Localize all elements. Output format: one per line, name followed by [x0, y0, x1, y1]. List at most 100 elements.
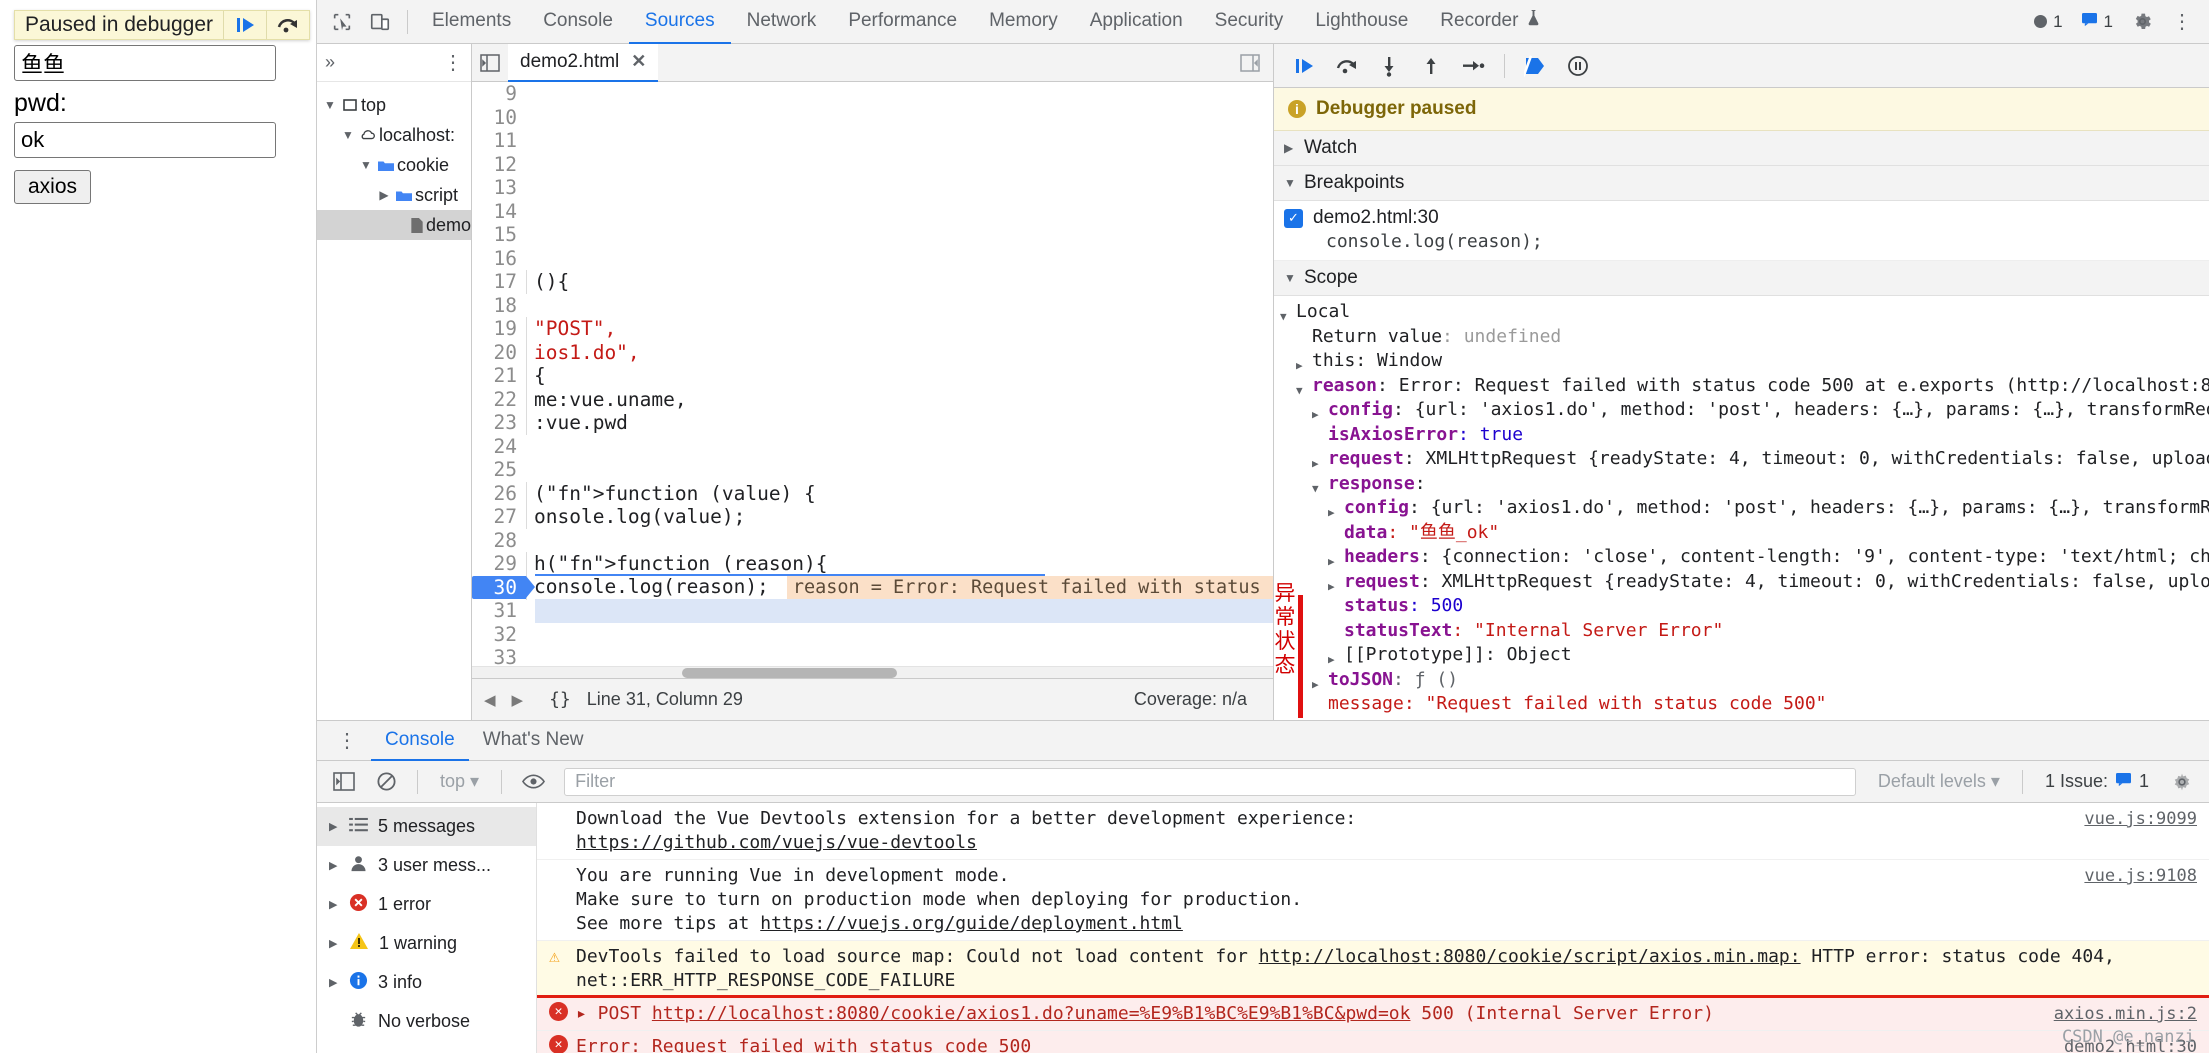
twisty-icon[interactable]: ▼	[321, 98, 339, 112]
step-out-icon[interactable]	[1412, 48, 1450, 84]
tab-network[interactable]: Network	[731, 0, 833, 44]
scope-property-row[interactable]: isAxiosError: true	[1280, 423, 2209, 448]
scroll-left-icon[interactable]: ◀	[484, 691, 496, 709]
code-line[interactable]: 11	[472, 129, 1273, 153]
chevron-right-icon[interactable]: ▶	[329, 898, 339, 911]
tab-lighthouse[interactable]: Lighthouse	[1299, 0, 1424, 44]
code-line[interactable]: 20 ios1.do",	[472, 340, 1273, 365]
code-line[interactable]: 14	[472, 200, 1273, 224]
code-line[interactable]: 27 onsole.log(value);	[472, 505, 1273, 529]
expand-arrow-icon[interactable]: ▸	[576, 1003, 587, 1024]
step-icon[interactable]	[1454, 48, 1492, 84]
scope-property-row[interactable]: ▶ headers: {connection: 'close', content-…	[1280, 545, 2209, 570]
gear-icon[interactable]	[2163, 764, 2201, 800]
code-editor[interactable]: 9 10 11 12 13 14 15 16 17(){18 19 "POST", 20 ios1.do…	[472, 82, 1273, 666]
tab-sources[interactable]: Sources	[628, 0, 731, 44]
code-line[interactable]: 29 h("fn">function (reason){	[472, 552, 1273, 576]
pretty-print-icon[interactable]: {}	[549, 689, 571, 710]
scope-property-row[interactable]: ▼ reason: Error: Request failed with stat…	[1280, 374, 2209, 399]
console-message[interactable]: ✕ ▸ POST http://localhost:8080/cookie/axi…	[537, 995, 2209, 1034]
tree-item-cookie[interactable]: ▼ cookie	[317, 150, 471, 180]
console-sidebar-item-user-messages[interactable]: ▶ 3 user mess...	[317, 846, 536, 885]
console-filter-input[interactable]: Filter	[564, 767, 1856, 796]
editor-panel-icon[interactable]	[1227, 53, 1273, 72]
live-expression-icon[interactable]	[514, 764, 552, 800]
scope-property-row[interactable]: ▶ this: Window	[1280, 349, 2209, 374]
tree-item-top[interactable]: ▼ top	[317, 90, 471, 120]
show-navigator-icon[interactable]	[472, 53, 508, 72]
scope-property-row[interactable]: data: "鱼鱼_ok"	[1280, 521, 2209, 546]
scope-property-row[interactable]: ▶ request: XMLHttpRequest {readyState: 4,…	[1280, 447, 2209, 472]
console-message[interactable]: ⚠ DevTools failed to load source map: Cou…	[537, 941, 2209, 998]
line-number[interactable]: 31	[472, 599, 526, 623]
drawer-tab-whats-new[interactable]: What's New	[469, 721, 598, 761]
line-number[interactable]: 32	[472, 623, 526, 647]
line-number[interactable]: 17	[472, 270, 526, 294]
scope-property-row[interactable]: statusText: "Internal Server Error"	[1280, 619, 2209, 644]
axios-button[interactable]: axios	[14, 169, 92, 204]
chevron-down-icon[interactable]: ▼	[1312, 472, 1328, 502]
chevron-right-icon[interactable]: ▶	[329, 820, 339, 833]
pwd-input[interactable]	[14, 121, 276, 158]
code-line[interactable]: 25	[472, 458, 1273, 482]
tab-memory[interactable]: Memory	[973, 0, 1074, 44]
code-line[interactable]: 23:vue.pwd	[472, 411, 1273, 435]
console-sidebar-item-info[interactable]: ▶ 3 info	[317, 963, 536, 1002]
scope-property-row[interactable]: ▶ request: XMLHttpRequest {readyState: 4,…	[1280, 570, 2209, 595]
breakpoint-item[interactable]: ✓ demo2.html:30 console.log(reason);	[1274, 201, 2209, 261]
line-number[interactable]: 14	[472, 200, 526, 224]
console-link[interactable]: https://github.com/vuejs/vue-devtools	[576, 832, 977, 853]
gear-icon[interactable]	[2123, 4, 2161, 40]
watch-section-header[interactable]: ▶ Watch	[1274, 131, 2209, 166]
code-line[interactable]: 9	[472, 82, 1273, 106]
line-number[interactable]: 22	[472, 388, 526, 412]
code-line[interactable]: 16	[472, 247, 1273, 271]
code-line[interactable]: 10	[472, 106, 1273, 130]
code-line[interactable]: 15	[472, 223, 1273, 247]
line-number[interactable]: 9	[472, 82, 526, 106]
drawer-tab-console[interactable]: Console	[371, 721, 469, 761]
line-number[interactable]: 20	[472, 341, 526, 365]
scope-property-row[interactable]: status: 500	[1280, 594, 2209, 619]
kebab-menu-icon[interactable]: ⋮	[443, 53, 463, 73]
tree-item-demo2[interactable]: demo	[317, 210, 471, 240]
tab-security[interactable]: Security	[1199, 0, 1300, 44]
close-icon[interactable]: ✕	[631, 51, 646, 72]
code-line[interactable]: 17(){	[472, 270, 1273, 294]
line-number[interactable]: 23	[472, 411, 526, 435]
tree-item-localhost[interactable]: ▼ localhost:	[317, 120, 471, 150]
scope-property-row[interactable]: ▶ toJSON: ƒ ()	[1280, 668, 2209, 693]
console-issues-badge[interactable]: 1 Issue: 1	[2035, 771, 2159, 792]
scope-property-row[interactable]: ▶ config: {url: 'axios1.do', method: 'pos…	[1280, 496, 2209, 521]
line-number[interactable]: 26	[472, 482, 526, 506]
step-into-icon[interactable]	[1370, 48, 1408, 84]
code-line[interactable]: 21{	[472, 364, 1273, 388]
chevron-down-icon[interactable]: ▼	[1280, 300, 1296, 330]
line-number[interactable]: 28	[472, 529, 526, 553]
console-sidebar-item-errors[interactable]: ▶ 1 error	[317, 885, 536, 924]
line-number[interactable]: 30	[472, 575, 535, 599]
console-link[interactable]: https://vuejs.org/guide/deployment.html	[760, 913, 1183, 934]
deactivate-breakpoints-icon[interactable]	[1517, 48, 1555, 84]
code-line[interactable]: 30 console.log(reason); reason = Error: Re…	[472, 575, 1273, 600]
pause-on-exceptions-icon[interactable]	[1559, 48, 1597, 84]
chevron-right-icon[interactable]: ▶	[329, 937, 339, 950]
kebab-menu-icon[interactable]: ⋮	[323, 731, 371, 751]
scope-section-header[interactable]: ▼ Scope	[1274, 261, 2209, 296]
console-sidebar-item-warnings[interactable]: ▶ 1 warning	[317, 924, 536, 963]
twisty-icon[interactable]: ▼	[339, 128, 357, 142]
line-number[interactable]: 18	[472, 294, 526, 318]
step-over-icon[interactable]	[267, 11, 309, 39]
scrollbar-thumb[interactable]	[682, 668, 897, 678]
step-over-icon[interactable]	[1328, 48, 1366, 84]
resume-script-icon[interactable]	[1286, 48, 1324, 84]
kebab-menu-icon[interactable]: ⋮	[2163, 4, 2201, 40]
twisty-icon[interactable]: ▼	[357, 158, 375, 172]
file-tab-demo2[interactable]: demo2.html ✕	[508, 43, 659, 82]
chevron-right-icon[interactable]: ▶	[329, 976, 339, 989]
console-message-source[interactable]: vue.js:9099	[2084, 807, 2197, 831]
line-number[interactable]: 11	[472, 129, 526, 153]
code-line[interactable]: 18	[472, 294, 1273, 318]
line-number[interactable]: 27	[472, 505, 526, 529]
line-number[interactable]: 24	[472, 435, 526, 459]
